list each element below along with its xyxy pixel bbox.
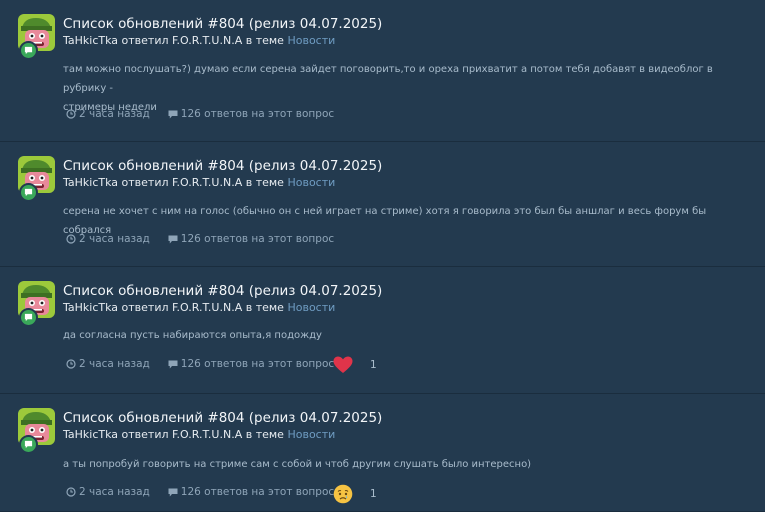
reactions[interactable]: 1 [333,484,377,504]
post-time-label: 2 часа назад [79,486,150,498]
avatar[interactable] [18,281,55,327]
post-meta: 2 часа назад 126 ответов на этот вопрос [66,358,334,370]
replies-count: 126 ответов на этот вопрос [168,108,334,120]
clock-icon [66,234,76,244]
byline: TaHkicTka ответил F.O.R.T.U.N.A в теме Н… [63,301,335,314]
post-time[interactable]: 2 часа назад [66,108,150,120]
comment-icon [168,235,178,243]
topic-title-link[interactable]: Список обновлений #804 (релиз 04.07.2025… [63,158,382,174]
forum-link[interactable]: Новости [287,34,335,47]
post-excerpt-line: там можно послушать?) думаю если серена … [63,64,713,94]
replies-count: 126 ответов на этот вопрос [168,233,334,245]
chat-bubble-icon [19,183,38,202]
comment-icon [168,110,178,118]
post-time[interactable]: 2 часа назад [66,358,150,370]
forum-link[interactable]: Новости [287,428,335,441]
post-meta: 2 часа назад 126 ответов на этот вопрос [66,108,334,120]
author-link[interactable]: TaHkicTka [63,34,118,47]
avatar[interactable] [18,408,55,454]
post-excerpt-line: а ты попробуй говорить на стриме сам с с… [63,459,532,470]
byline-in-topic: в теме [242,301,288,314]
post-meta: 2 часа назад 126 ответов на этот вопрос [66,486,334,498]
clock-icon [66,109,76,119]
post-excerpt: а ты попробуй говорить на стриме сам с с… [63,455,753,474]
reactions[interactable]: 1 [333,356,377,374]
byline-action: ответил [118,34,172,47]
post-time[interactable]: 2 часа назад [66,233,150,245]
reply-target-link[interactable]: F.O.R.T.U.N.A [172,301,242,314]
clock-icon [66,359,76,369]
avatar[interactable] [18,14,55,60]
author-link[interactable]: TaHkicTka [63,301,118,314]
byline-in-topic: в теме [242,428,288,441]
reply-target-link[interactable]: F.O.R.T.U.N.A [172,176,242,189]
post-time[interactable]: 2 часа назад [66,486,150,498]
activity-feed: Список обновлений #804 (релиз 04.07.2025… [0,0,765,512]
chat-bubble-icon [19,308,38,327]
replies-count-label: 126 ответов на этот вопрос [180,486,335,498]
byline-action: ответил [118,176,172,189]
sad-reaction-icon[interactable] [333,484,353,504]
activity-entry: Список обновлений #804 (релиз 04.07.2025… [0,142,765,267]
topic-title-link[interactable]: Список обновлений #804 (релиз 04.07.2025… [63,283,382,299]
post-excerpt-line: да согласна пусть набираются опыта,я под… [63,330,322,341]
comment-icon [168,488,178,496]
post-time-label: 2 часа назад [79,233,150,245]
byline-action: ответил [118,301,172,314]
author-link[interactable]: TaHkicTka [63,176,118,189]
activity-entry: Список обновлений #804 (релиз 04.07.2025… [0,394,765,512]
chat-bubble-icon [19,41,38,60]
byline: TaHkicTka ответил F.O.R.T.U.N.A в теме Н… [63,34,335,47]
byline: TaHkicTka ответил F.O.R.T.U.N.A в теме Н… [63,428,335,441]
replies-count-label: 126 ответов на этот вопрос [180,358,335,370]
replies-count: 126 ответов на этот вопрос [168,358,334,370]
post-excerpt: да согласна пусть набираются опыта,я под… [63,326,753,345]
post-time-label: 2 часа назад [79,358,150,370]
replies-count-label: 126 ответов на этот вопрос [180,108,335,120]
byline-action: ответил [118,428,172,441]
byline-in-topic: в теме [242,176,288,189]
forum-link[interactable]: Новости [287,301,335,314]
replies-count: 126 ответов на этот вопрос [168,486,334,498]
clock-icon [66,487,76,497]
reply-target-link[interactable]: F.O.R.T.U.N.A [172,428,242,441]
topic-title-link[interactable]: Список обновлений #804 (релиз 04.07.2025… [63,16,382,32]
heart-reaction-icon[interactable] [333,356,353,374]
avatar[interactable] [18,156,55,202]
byline: TaHkicTka ответил F.O.R.T.U.N.A в теме Н… [63,176,335,189]
reaction-count: 1 [370,488,377,500]
reply-target-link[interactable]: F.O.R.T.U.N.A [172,34,242,47]
activity-entry: Список обновлений #804 (релиз 04.07.2025… [0,267,765,394]
comment-icon [168,360,178,368]
activity-entry: Список обновлений #804 (релиз 04.07.2025… [0,0,765,142]
reaction-count: 1 [370,359,377,371]
forum-link[interactable]: Новости [287,176,335,189]
byline-in-topic: в теме [242,34,288,47]
post-time-label: 2 часа назад [79,108,150,120]
replies-count-label: 126 ответов на этот вопрос [180,233,335,245]
chat-bubble-icon [19,435,38,454]
topic-title-link[interactable]: Список обновлений #804 (релиз 04.07.2025… [63,410,382,426]
author-link[interactable]: TaHkicTka [63,428,118,441]
post-meta: 2 часа назад 126 ответов на этот вопрос [66,233,334,245]
